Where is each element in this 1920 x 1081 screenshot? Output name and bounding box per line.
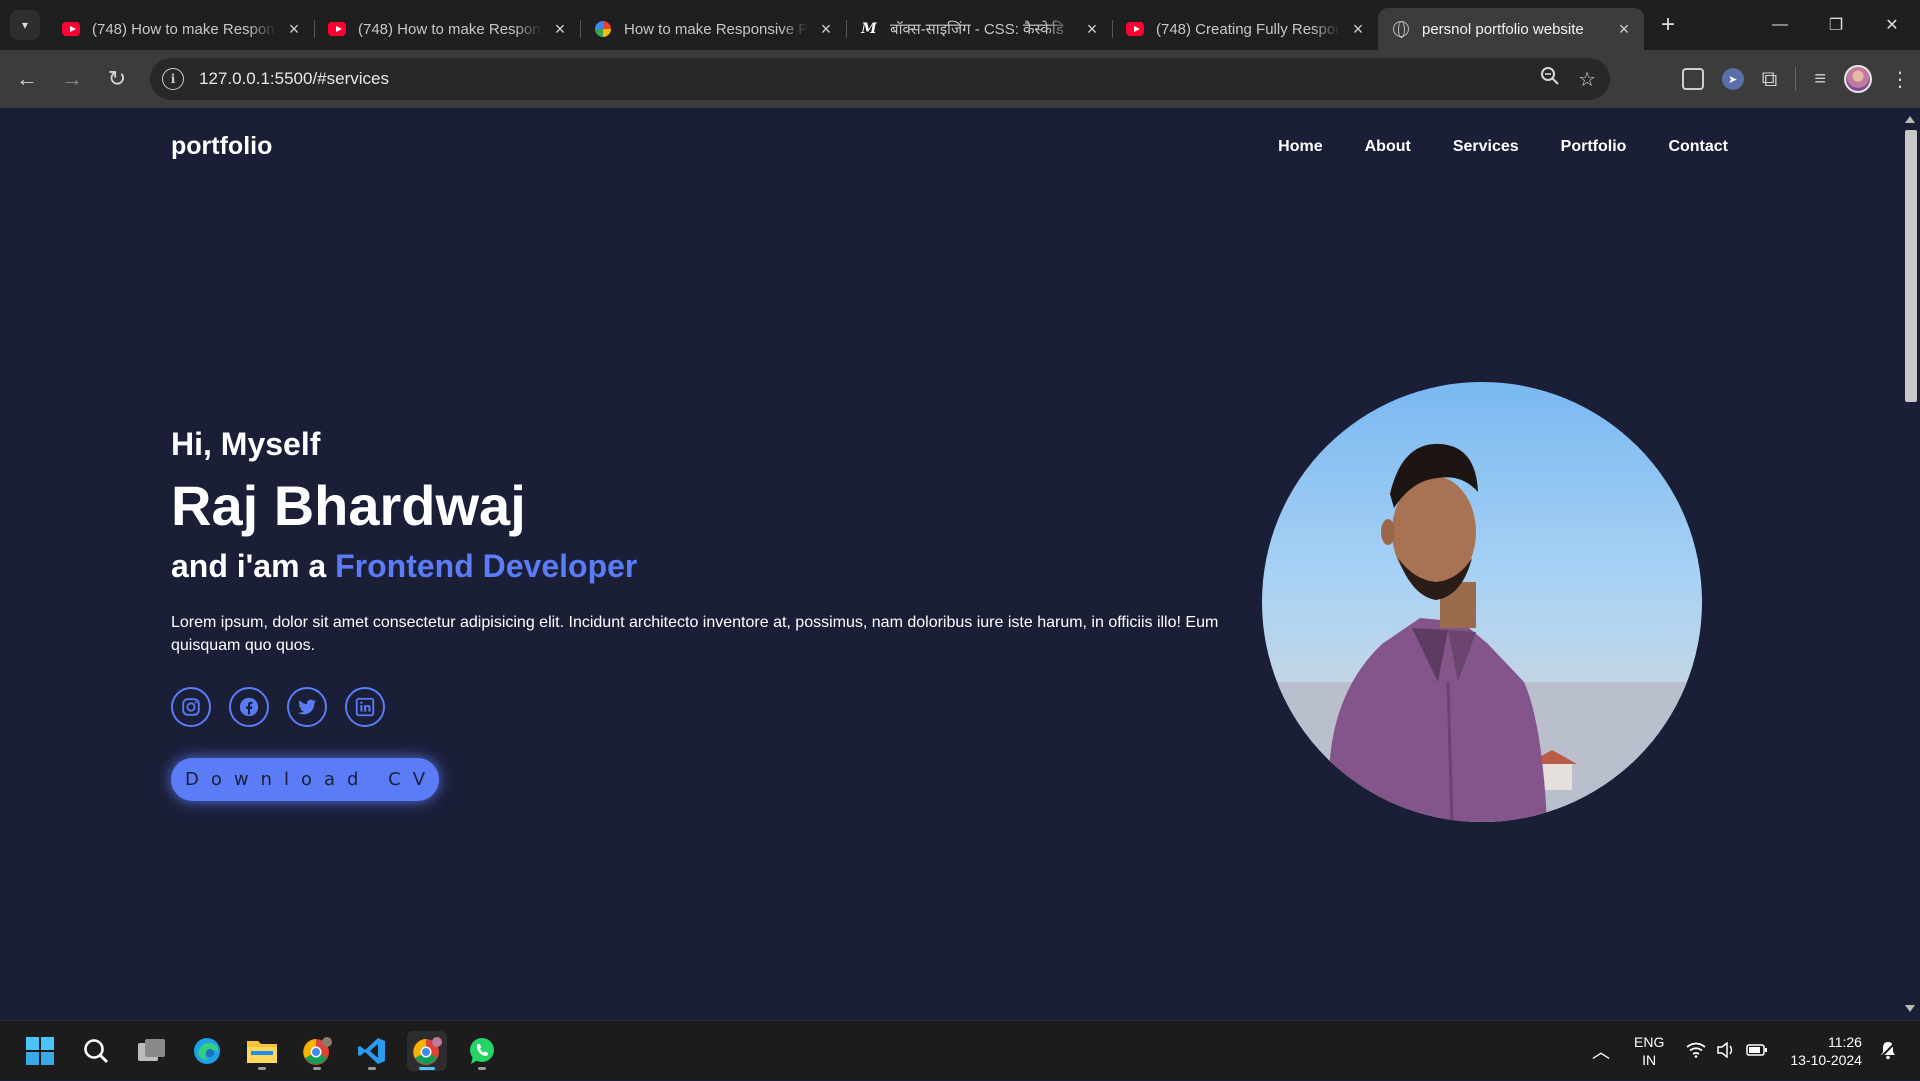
tab-title: How to make Responsive P [624, 20, 808, 38]
tab-list: (748) How to make Respon × (748) How to … [48, 0, 1644, 50]
bookmark-star-icon[interactable]: ☆ [1578, 67, 1596, 92]
zoom-icon[interactable] [1540, 66, 1560, 92]
close-tab-icon[interactable]: × [550, 19, 570, 39]
language-code: ENG [1634, 1034, 1665, 1050]
nav-contact[interactable]: Contact [1668, 138, 1728, 156]
nav-portfolio[interactable]: Portfolio [1561, 138, 1627, 156]
chrome-active-icon[interactable] [407, 1031, 447, 1071]
tab-google[interactable]: How to make Responsive P × [580, 8, 846, 50]
region-code: IN [1642, 1052, 1657, 1068]
tab-mdn[interactable]: M बॉक्स-साइजिंग - CSS: कैस्केडि × [846, 8, 1112, 50]
back-icon[interactable]: ← [9, 61, 45, 97]
site-header: portfolio Home About Services Portfolio … [171, 132, 1728, 161]
page-scrollbar[interactable] [1900, 108, 1920, 1020]
profile-avatar[interactable] [1844, 65, 1872, 93]
toolbar-divider [1795, 67, 1797, 91]
twitter-icon[interactable] [287, 687, 327, 727]
close-tab-icon[interactable]: × [816, 19, 836, 39]
task-view-icon[interactable] [132, 1031, 172, 1071]
battery-icon[interactable] [1746, 1043, 1768, 1060]
address-bar[interactable]: i 127.0.0.1:5500/#services ☆ [150, 58, 1610, 100]
new-tab-button[interactable]: + [1652, 9, 1684, 41]
close-tab-icon[interactable]: × [1082, 19, 1102, 39]
cursor-extension-icon[interactable]: ➤ [1721, 68, 1744, 90]
tab-youtube-3[interactable]: (748) Creating Fully Respon × [1112, 8, 1378, 50]
media-queue-icon[interactable]: ≡ [1814, 68, 1826, 91]
mdn-icon: M [861, 21, 877, 37]
reading-mode-icon[interactable] [1681, 68, 1704, 90]
linkedin-icon[interactable] [345, 687, 385, 727]
windows-taskbar: ︿ ENG IN 11:26 13-10-2024 [0, 1020, 1920, 1080]
page-viewport: portfolio Home About Services Portfolio … [0, 108, 1900, 1020]
hero-name: Raj Bhardwaj [171, 474, 526, 537]
browser-tab-strip: ▾ (748) How to make Respon × (748) How t… [0, 0, 1920, 50]
reload-icon[interactable]: ↻ [99, 61, 135, 97]
clock-date: 13-10-2024 [1790, 1052, 1862, 1068]
menu-kebab-icon[interactable]: ⋮ [1890, 67, 1910, 92]
show-hidden-icons-chevron-icon[interactable]: ︿ [1592, 1038, 1610, 1064]
hero-role-prefix: and i'am a [171, 548, 336, 584]
window-controls: — ❐ ✕ [1752, 0, 1920, 50]
nav-home[interactable]: Home [1278, 138, 1322, 156]
site-logo[interactable]: portfolio [171, 132, 272, 161]
edge-browser-icon[interactable] [187, 1031, 227, 1071]
nav-about[interactable]: About [1365, 138, 1411, 156]
clock-time: 11:26 [1827, 1034, 1862, 1050]
whatsapp-icon[interactable] [462, 1031, 502, 1071]
vscode-icon[interactable] [352, 1031, 392, 1071]
tab-title: persnol portfolio website [1422, 20, 1584, 38]
search-icon[interactable] [76, 1031, 116, 1071]
close-window-icon[interactable]: ✕ [1864, 0, 1920, 50]
tab-title: (748) How to make Respon [358, 20, 541, 38]
system-tray: ︿ ENG IN 11:26 13-10-2024 [1592, 1021, 1898, 1081]
hero-role-line: and i'am a Frontend Developer [171, 548, 1231, 585]
volume-icon[interactable] [1716, 1040, 1736, 1061]
tab-search-button[interactable]: ▾ [10, 10, 40, 40]
tab-youtube-2[interactable]: (748) How to make Respon × [314, 8, 580, 50]
tab-title: बॉक्स-साइजिंग - CSS: कैस्केडि [890, 21, 1064, 38]
scroll-down-icon[interactable] [1905, 1005, 1915, 1012]
extensions-puzzle-icon[interactable]: ⧉ [1762, 66, 1778, 92]
tab-title: (748) How to make Respon [92, 20, 275, 38]
close-tab-icon[interactable]: × [1614, 19, 1634, 39]
notification-bell-icon[interactable] [1878, 1040, 1898, 1063]
hero-description: Lorem ipsum, dolor sit amet consectetur … [171, 614, 1219, 654]
restore-icon[interactable]: ❐ [1808, 0, 1864, 50]
hero-greeting: Hi, Myself [171, 426, 321, 462]
youtube-icon [62, 20, 80, 38]
close-tab-icon[interactable]: × [1348, 19, 1368, 39]
language-indicator[interactable]: ENG IN [1634, 1033, 1664, 1069]
scroll-up-icon[interactable] [1905, 116, 1915, 123]
site-nav: Home About Services Portfolio Contact [1278, 138, 1728, 156]
profile-photo [1262, 382, 1702, 822]
nav-services[interactable]: Services [1453, 138, 1519, 156]
youtube-icon [328, 20, 346, 38]
hero-content: Hi, Myself Raj Bhardwaj and i'am a Front… [171, 426, 1231, 801]
download-cv-button[interactable]: Download CV [171, 758, 439, 801]
chrome-profile-icon[interactable] [297, 1031, 337, 1071]
windows-start-icon[interactable] [20, 1031, 60, 1071]
tab-title: (748) Creating Fully Respon [1156, 20, 1340, 38]
globe-icon [1392, 20, 1410, 38]
site-info-icon[interactable]: i [162, 68, 184, 90]
facebook-icon[interactable] [229, 687, 269, 727]
tab-youtube-1[interactable]: (748) How to make Respon × [48, 8, 314, 50]
browser-toolbar: ← → ↻ i 127.0.0.1:5500/#services ☆ ➤ ⧉ ≡… [0, 50, 1920, 108]
url-text[interactable]: 127.0.0.1:5500/#services [199, 69, 389, 89]
tab-portfolio-active[interactable]: persnol portfolio website × [1378, 8, 1644, 50]
youtube-icon [1126, 20, 1144, 38]
social-links [171, 687, 1231, 727]
file-explorer-icon[interactable] [242, 1031, 282, 1071]
wifi-icon[interactable] [1686, 1042, 1706, 1061]
close-tab-icon[interactable]: × [284, 19, 304, 39]
scroll-thumb[interactable] [1905, 130, 1917, 402]
clock[interactable]: 11:26 13-10-2024 [1790, 1033, 1862, 1069]
forward-icon[interactable]: → [54, 61, 90, 97]
minimize-icon[interactable]: — [1752, 0, 1808, 50]
google-icon [594, 20, 612, 38]
instagram-icon[interactable] [171, 687, 211, 727]
hero-role: Frontend Developer [335, 548, 638, 584]
